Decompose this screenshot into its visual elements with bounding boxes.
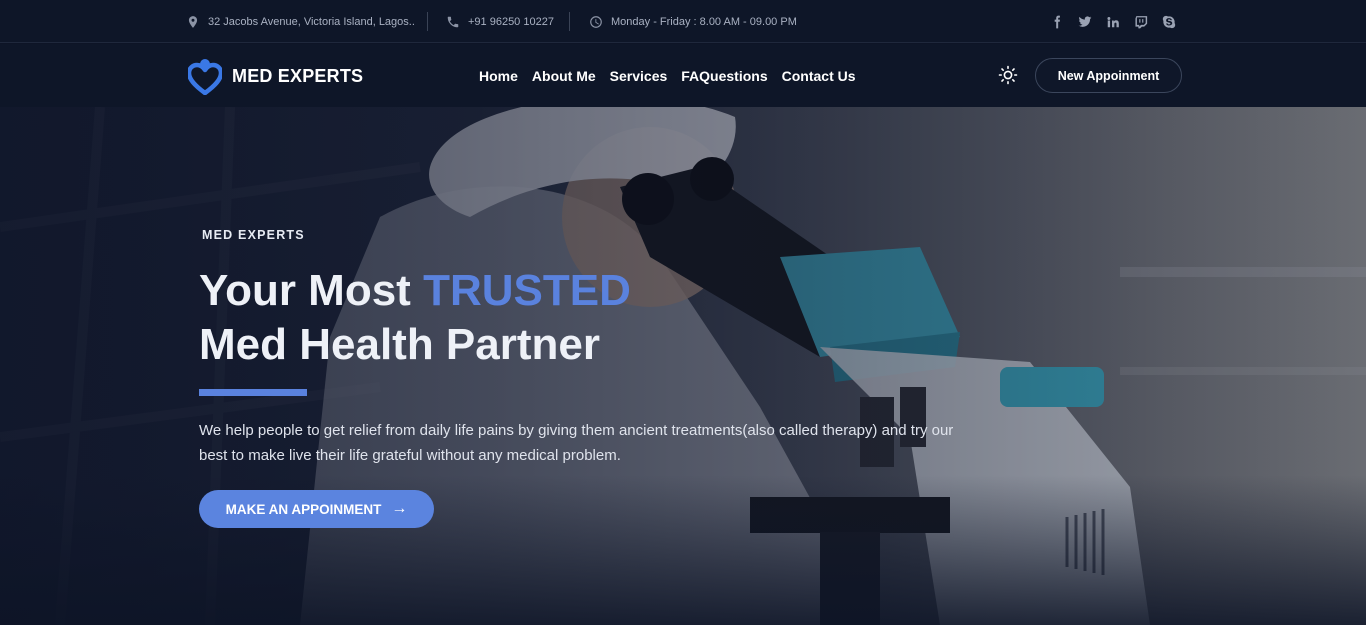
hours-text: Monday - Friday : 8.00 AM - 09.00 PM xyxy=(611,15,797,28)
arrow-right-icon: → xyxy=(391,500,408,517)
divider xyxy=(427,12,428,31)
brand-logo[interactable]: MED EXPERTS xyxy=(188,57,363,95)
hero-headline: Your Most TRUSTED Med Health Partner xyxy=(199,264,631,372)
headline-accent: TRUSTED xyxy=(423,266,631,315)
headline-part1: Your Most xyxy=(199,266,424,315)
main-navbar: MED EXPERTS Home About Me Services FAQue… xyxy=(0,44,1366,107)
headline-underline xyxy=(199,389,307,396)
location-pin-icon xyxy=(188,15,198,28)
new-appointment-button[interactable]: New Appoinment xyxy=(1035,58,1182,93)
hero-eyebrow: MED EXPERTS xyxy=(202,228,305,242)
nav-link-services[interactable]: Services xyxy=(610,68,668,84)
skype-icon[interactable] xyxy=(1161,14,1176,29)
phone-info[interactable]: +91 96250 10227 xyxy=(446,0,554,43)
theme-toggle-button[interactable] xyxy=(998,65,1018,85)
nav-link-about[interactable]: About Me xyxy=(532,68,596,84)
top-info-bar: 32 Jacobs Avenue, Victoria Island, Lagos… xyxy=(0,0,1366,43)
hero-section: MED EXPERTS Your Most TRUSTED Med Health… xyxy=(0,107,1366,625)
primary-nav: Home About Me Services FAQuestions Conta… xyxy=(479,44,856,107)
clock-icon xyxy=(590,15,602,28)
address-text: 32 Jacobs Avenue, Victoria Island, Lagos… xyxy=(208,15,415,28)
brand-name: MED EXPERTS xyxy=(232,65,364,86)
hero-description: We help people to get relief from daily … xyxy=(199,422,954,464)
nav-link-contact[interactable]: Contact Us xyxy=(782,68,856,84)
nav-link-home[interactable]: Home xyxy=(479,68,518,84)
sun-icon xyxy=(998,65,1018,85)
address-info: 32 Jacobs Avenue, Victoria Island, Lagos… xyxy=(186,0,415,43)
twitter-icon[interactable] xyxy=(1077,14,1092,29)
nav-link-faq[interactable]: FAQuestions xyxy=(681,68,767,84)
heart-person-logo-icon xyxy=(188,59,222,95)
phone-text: +91 96250 10227 xyxy=(468,15,554,28)
facebook-icon[interactable] xyxy=(1049,14,1064,29)
social-links xyxy=(1049,0,1176,43)
phone-icon xyxy=(447,16,459,27)
twitch-icon[interactable] xyxy=(1133,14,1148,29)
linkedin-icon[interactable] xyxy=(1105,14,1120,29)
divider xyxy=(569,12,570,31)
hours-info: Monday - Friday : 8.00 AM - 09.00 PM xyxy=(589,0,797,43)
cta-label: MAKE AN APPOINMENT xyxy=(225,501,382,517)
headline-line2: Med Health Partner xyxy=(199,320,600,369)
make-appointment-button[interactable]: MAKE AN APPOINMENT → xyxy=(199,490,434,528)
